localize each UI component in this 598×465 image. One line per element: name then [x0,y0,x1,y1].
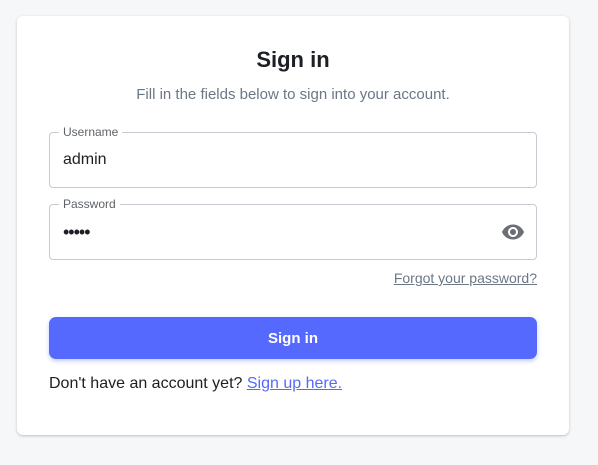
password-input[interactable]: ••••• [63,222,90,242]
signin-button[interactable]: Sign in [49,317,537,359]
page-title: Sign in [256,47,330,72]
signup-prompt: Don't have an account yet? [49,375,243,392]
signin-card: Sign in Fill in the fields below to sign… [17,16,569,435]
password-label: Password [59,197,120,211]
username-input[interactable] [63,133,483,187]
forgot-password-link[interactable]: Forgot your password? [394,270,537,286]
signup-row: Don't have an account yet? Sign up here. [49,375,342,393]
eye-icon[interactable] [500,219,526,245]
password-field[interactable]: Password ••••• [49,197,537,260]
signup-link[interactable]: Sign up here. [247,375,342,392]
page-subtitle: Fill in the fields below to sign into yo… [136,86,450,103]
username-field[interactable]: Username [49,125,537,188]
